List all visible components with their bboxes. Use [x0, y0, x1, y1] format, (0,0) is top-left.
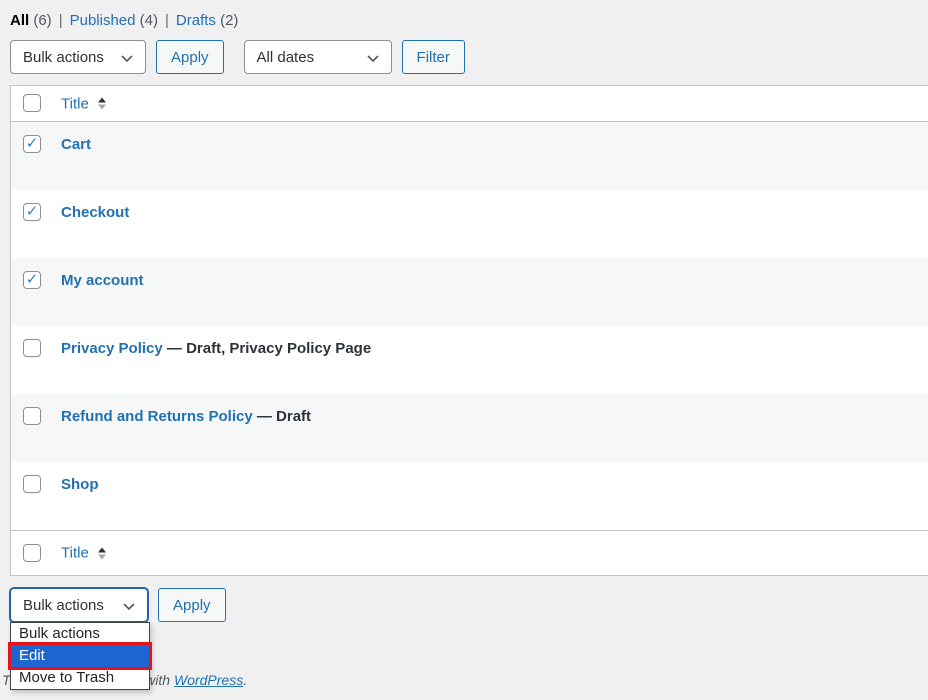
pages-list-screen: All (6) | Published (4) | Drafts (2) Bul… — [0, 0, 928, 700]
dropdown-option-edit[interactable]: Edit — [11, 645, 149, 667]
bulk-actions-select-top[interactable]: Bulk actions — [10, 40, 146, 74]
row-title: Refund and Returns Policy — Draft — [61, 408, 311, 425]
sort-indicator — [98, 547, 106, 559]
dates-filter-select[interactable]: All dates — [244, 40, 392, 74]
title-column-label: Title — [61, 95, 89, 112]
chevron-down-icon — [365, 50, 381, 66]
sort-asc-icon — [98, 98, 106, 103]
filter-button[interactable]: Filter — [402, 40, 465, 74]
bulk-actions-select-bottom-value: Bulk actions — [23, 597, 104, 614]
wordpress-link[interactable]: WordPress — [174, 672, 243, 688]
chevron-down-icon — [119, 50, 135, 66]
filter-drafts-count: (2) — [220, 12, 238, 29]
apply-button-bottom[interactable]: Apply — [158, 588, 226, 622]
row-title: Cart — [61, 136, 91, 153]
select-all-checkbox[interactable]: ✓ — [23, 94, 41, 112]
filter-separator: | — [165, 12, 169, 29]
bulk-actions-select-top-value: Bulk actions — [23, 49, 104, 66]
title-column-sort-link-bottom[interactable]: Title — [61, 545, 106, 562]
filter-separator: | — [59, 12, 63, 29]
filter-published-link[interactable]: Published — [70, 12, 136, 29]
check-icon: ✓ — [26, 204, 39, 219]
check-icon: ✓ — [26, 136, 39, 151]
filter-all-link[interactable]: All — [10, 12, 29, 29]
table-row: ✓ My account — [11, 258, 928, 326]
bottom-toolbar: Bulk actions Apply Bulk actionsEditMove … — [10, 588, 928, 622]
row-title-link[interactable]: Checkout — [61, 204, 129, 221]
row-checkbox[interactable]: ✓ — [23, 339, 41, 357]
row-checkbox[interactable]: ✓ — [23, 203, 41, 221]
row-checkbox[interactable]: ✓ — [23, 475, 41, 493]
top-toolbar: Bulk actions Apply All dates Filter — [10, 40, 928, 74]
check-icon: ✓ — [26, 272, 39, 287]
row-title: Checkout — [61, 204, 129, 221]
row-checkbox[interactable]: ✓ — [23, 135, 41, 153]
row-title-link[interactable]: Cart — [61, 136, 91, 153]
row-title-link[interactable]: Shop — [61, 476, 99, 493]
dropdown-option-bulk-actions[interactable]: Bulk actions — [11, 623, 149, 645]
filter-published-count: (4) — [140, 12, 158, 29]
sort-asc-icon — [98, 547, 106, 552]
table-footer-row: ✓ Title — [11, 530, 928, 575]
row-status-suffix: — Draft, Privacy Policy Page — [163, 340, 371, 357]
pages-table: ✓ Title ✓ Cart ✓ Checkout ✓ My account ✓ — [10, 85, 928, 576]
row-title-link[interactable]: Privacy Policy — [61, 340, 163, 357]
sort-indicator — [98, 98, 106, 110]
bulk-actions-select-bottom[interactable]: Bulk actions — [10, 588, 148, 622]
bulk-actions-dropdown: Bulk actionsEditMove to Trash — [10, 622, 150, 690]
status-filter-links: All (6) | Published (4) | Drafts (2) — [0, 0, 928, 29]
table-header-row: ✓ Title — [11, 86, 928, 122]
row-title: Privacy Policy — Draft, Privacy Policy P… — [61, 340, 371, 357]
row-checkbox[interactable]: ✓ — [23, 407, 41, 425]
filter-all-count: (6) — [33, 12, 51, 29]
row-title-link[interactable]: Refund and Returns Policy — [61, 408, 253, 425]
sort-desc-icon — [98, 105, 106, 110]
select-all-checkbox-bottom[interactable]: ✓ — [23, 544, 41, 562]
table-row: ✓ Shop — [11, 462, 928, 530]
filter-drafts-link[interactable]: Drafts — [176, 12, 216, 29]
row-checkbox[interactable]: ✓ — [23, 271, 41, 289]
footer-credit-period: . — [243, 672, 247, 688]
row-title: Shop — [61, 476, 99, 493]
chevron-down-icon — [121, 598, 137, 614]
apply-button-top[interactable]: Apply — [156, 40, 224, 74]
table-row: ✓ Cart — [11, 122, 928, 190]
dates-filter-select-value: All dates — [257, 49, 315, 66]
title-column-sort-link[interactable]: Title — [61, 95, 106, 112]
table-rows: ✓ Cart ✓ Checkout ✓ My account ✓ Privacy… — [11, 122, 928, 530]
dropdown-option-move-to-trash[interactable]: Move to Trash — [11, 667, 149, 689]
title-column-label: Title — [61, 545, 89, 562]
table-row: ✓ Privacy Policy — Draft, Privacy Policy… — [11, 326, 928, 394]
row-title: My account — [61, 272, 144, 289]
table-row: ✓ Checkout — [11, 190, 928, 258]
table-row: ✓ Refund and Returns Policy — Draft — [11, 394, 928, 462]
row-status-suffix: — Draft — [253, 408, 311, 425]
sort-desc-icon — [98, 554, 106, 559]
row-title-link[interactable]: My account — [61, 272, 144, 289]
